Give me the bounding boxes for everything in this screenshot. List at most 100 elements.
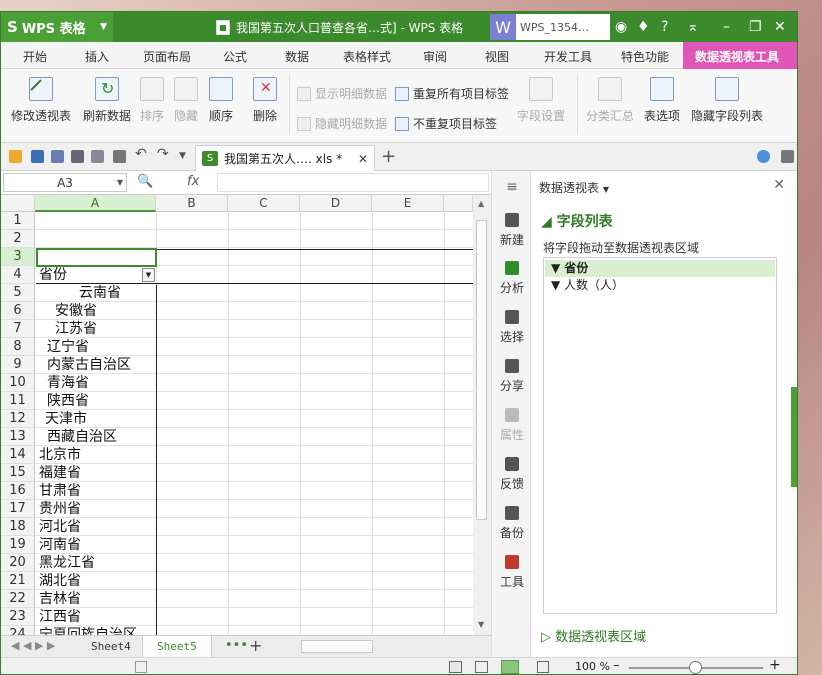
fx-icon[interactable]: fx — [187, 174, 199, 189]
active-cell[interactable] — [36, 248, 157, 267]
column-header[interactable]: A — [35, 195, 156, 212]
column-header[interactable]: C — [228, 195, 300, 212]
province-cell[interactable]: 辽宁省 — [37, 338, 155, 356]
zoom-out-button[interactable]: – — [613, 658, 620, 673]
row-header[interactable]: 3 — [1, 248, 35, 266]
more-sheets-icon[interactable]: ••• — [225, 638, 248, 653]
format-painter-icon[interactable] — [113, 150, 126, 163]
scroll-thumb[interactable] — [476, 220, 487, 520]
cloud-icon[interactable] — [757, 150, 770, 163]
no-repeat-labels-button[interactable]: 不重复项目标签 — [395, 115, 497, 132]
order-button[interactable]: 顺序 — [209, 69, 233, 124]
tab-review[interactable]: 审阅 — [423, 48, 447, 65]
sidebar-analyze[interactable]: 分析 — [492, 261, 532, 296]
row-header[interactable]: 9 — [1, 356, 35, 374]
row-header[interactable]: 6 — [1, 302, 35, 320]
province-cell[interactable]: 安徽省 — [37, 302, 155, 320]
zoom-in-button[interactable]: + — [769, 657, 781, 673]
feedback-icon[interactable] — [781, 150, 794, 163]
print-icon[interactable] — [71, 150, 84, 163]
pivot-row-header[interactable]: 省份 — [37, 266, 155, 284]
edit-pivot-button[interactable]: 修改透视表 — [11, 69, 71, 124]
select-all-corner[interactable] — [1, 195, 35, 212]
close-panel-icon[interactable]: ✕ — [773, 177, 785, 193]
panel-title-dropdown[interactable]: 数据透视表 ▼ — [539, 179, 609, 196]
zoom-search-icon[interactable]: 🔍 — [137, 174, 153, 189]
province-cell[interactable]: 云南省 — [37, 284, 155, 302]
province-cell[interactable]: 甘肃省 — [37, 482, 155, 500]
pivot-areas-section[interactable]: ▷ 数据透视表区域 — [541, 626, 646, 645]
file-tab[interactable]: S 我国第五次人…. xls * ✕ — [195, 145, 375, 171]
row-header[interactable]: 18 — [1, 518, 35, 536]
panel-edge-handle[interactable] — [791, 387, 797, 487]
row-header[interactable]: 20 — [1, 554, 35, 572]
province-cell[interactable]: 陕西省 — [37, 392, 155, 410]
column-header[interactable]: E — [372, 195, 444, 212]
help-button[interactable]: ? — [661, 18, 668, 36]
row-header[interactable]: 1 — [1, 212, 35, 230]
delete-button[interactable]: 删除 — [253, 69, 277, 124]
skin-icon[interactable]: ◉ — [615, 18, 627, 36]
row-header[interactable]: 21 — [1, 572, 35, 590]
page-layout-view-icon[interactable] — [475, 661, 488, 673]
minimize-button[interactable]: – — [723, 18, 730, 36]
hide-detail-button[interactable]: 隐藏明细数据 — [297, 115, 387, 132]
scroll-up-icon[interactable]: ▲ — [478, 199, 484, 208]
print-preview-icon[interactable] — [51, 150, 64, 163]
chevron-down-icon[interactable]: ▼ — [179, 151, 189, 164]
filter-dropdown-icon[interactable]: ▼ — [142, 268, 155, 282]
row-header[interactable]: 24 — [1, 626, 35, 635]
row-header[interactable]: 15 — [1, 464, 35, 482]
normal-view-icon[interactable] — [449, 661, 462, 673]
tab-pivot-tools[interactable]: 数据透视表工具 — [683, 42, 797, 69]
sidebar-new[interactable]: 新建 — [492, 213, 532, 248]
province-cell[interactable]: 西藏自治区 — [37, 428, 155, 446]
restore-icon[interactable]: ❐ — [749, 18, 762, 36]
row-header[interactable]: 10 — [1, 374, 35, 392]
field-settings-button[interactable]: 字段设置 — [517, 69, 565, 124]
redo-icon[interactable]: ↷ — [157, 146, 169, 162]
tab-data[interactable]: 数据 — [285, 48, 309, 65]
vertical-scrollbar[interactable]: ▲ ▼ — [473, 195, 491, 635]
column-header[interactable]: B — [156, 195, 228, 212]
hide-field-list-button[interactable]: 隐藏字段列表 — [691, 69, 763, 124]
row-header[interactable]: 4 — [1, 266, 35, 284]
macro-icon[interactable] — [135, 661, 147, 673]
page-break-view-icon[interactable] — [501, 660, 519, 674]
province-cell[interactable]: 宁夏回族自治区 — [37, 626, 155, 635]
scroll-down-icon[interactable]: ▼ — [478, 620, 484, 629]
undo-icon[interactable]: ↶ — [135, 146, 147, 162]
province-cell[interactable]: 天津市 — [37, 410, 155, 428]
horizontal-scroll-thumb[interactable] — [301, 640, 373, 653]
province-cell[interactable]: 福建省 — [37, 464, 155, 482]
subtotal-button[interactable]: 分类汇总 — [586, 69, 634, 124]
province-cell[interactable]: 河南省 — [37, 536, 155, 554]
row-header[interactable]: 19 — [1, 536, 35, 554]
province-cell[interactable]: 江苏省 — [37, 320, 155, 338]
repeat-all-labels-button[interactable]: 重复所有项目标签 — [395, 85, 509, 102]
province-cell[interactable]: 黑龙江省 — [37, 554, 155, 572]
spreadsheet-grid[interactable]: A B C D E 1 2 3 4 5 6 7 8 9 10 11 12 13 14 15 16 17 18 19 2… — [1, 195, 473, 635]
tab-insert[interactable]: 插入 — [85, 48, 109, 65]
export-pdf-icon[interactable] — [91, 150, 104, 163]
sidebar-select[interactable]: 选择 — [492, 310, 532, 345]
zoom-level[interactable]: 100 % — [575, 660, 610, 673]
other-window-tab[interactable]: W WPS_1354… — [490, 14, 610, 40]
row-header[interactable]: 23 — [1, 608, 35, 626]
province-cell[interactable]: 吉林省 — [37, 590, 155, 608]
province-cell[interactable]: 青海省 — [37, 374, 155, 392]
row-header[interactable]: 22 — [1, 590, 35, 608]
sidebar-feedback[interactable]: 反馈 — [492, 457, 532, 492]
collapse-sidebar-icon[interactable]: ≡ — [492, 179, 532, 195]
save-icon[interactable] — [31, 150, 44, 163]
sheet-tab-sheet4[interactable]: Sheet4 — [77, 636, 145, 657]
close-button[interactable]: ✕ — [774, 18, 786, 36]
close-tab-icon[interactable]: ✕ — [358, 152, 368, 166]
zoom-slider-handle[interactable] — [689, 661, 702, 674]
row-header[interactable]: 12 — [1, 410, 35, 428]
name-box[interactable]: A3 ▼ — [3, 173, 127, 192]
province-cell[interactable]: 江西省 — [37, 608, 155, 626]
sidebar-properties[interactable]: 属性 — [492, 408, 532, 443]
province-cell[interactable]: 北京市 — [37, 446, 155, 464]
field-item-population[interactable]: ▼ 人数（人） — [545, 277, 775, 294]
